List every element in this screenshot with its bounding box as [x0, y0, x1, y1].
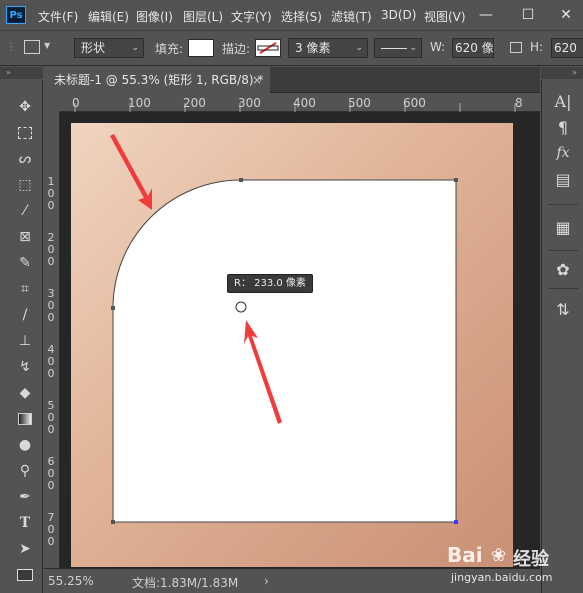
- divider: [548, 288, 578, 289]
- anchor-point: [239, 178, 243, 182]
- status-menu-arrow[interactable]: ›: [264, 574, 269, 588]
- radius-tooltip: R： 233.0 像素: [227, 274, 313, 293]
- document-info: 文档:1.83M/1.83M: [132, 576, 239, 590]
- anchor-point: [454, 178, 458, 182]
- table-icon[interactable]: ▦: [542, 214, 583, 240]
- baidu-watermark: Bai ❀ 经验 jingyan.baidu.com: [445, 543, 575, 589]
- paragraph-icon[interactable]: ¶: [542, 114, 583, 140]
- divider: [548, 204, 578, 205]
- canvas-overlay: [110, 134, 458, 524]
- rounded-rectangle-shape: [112, 179, 457, 523]
- anchor-point: [111, 306, 115, 310]
- zoom-level[interactable]: 55.25%: [48, 574, 94, 588]
- watermark-brand: Bai: [447, 543, 483, 567]
- anchor-point: [111, 520, 115, 524]
- watermark-url: jingyan.baidu.com: [451, 571, 553, 584]
- adjust-icon[interactable]: ⇅: [542, 296, 583, 322]
- color-palette-icon[interactable]: ✿: [542, 256, 583, 282]
- anchor-point: [454, 520, 458, 524]
- glyphs-icon[interactable]: ▤: [542, 166, 583, 192]
- divider: [548, 250, 578, 251]
- fx-icon[interactable]: fx: [542, 140, 583, 166]
- annotation-arrow: [110, 134, 152, 210]
- watermark-chinese: 经验: [513, 549, 549, 570]
- paw-icon: ❀: [491, 545, 507, 566]
- right-panel-dock: A| ¶ fx ▤ ▦ ✿ ⇅: [541, 80, 583, 593]
- character-icon[interactable]: A|: [542, 88, 583, 114]
